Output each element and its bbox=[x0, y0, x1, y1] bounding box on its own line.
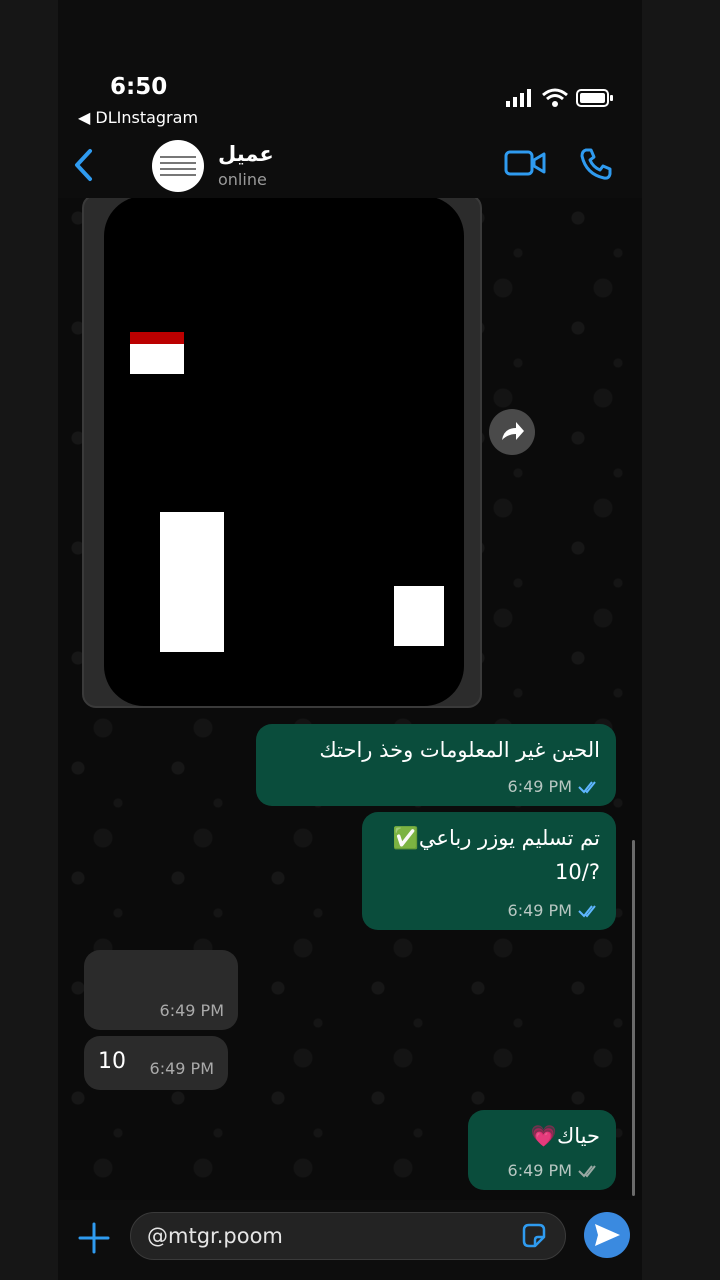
avatar[interactable] bbox=[152, 140, 204, 192]
contact-status: online bbox=[218, 170, 267, 189]
message-text: الحين غير المعلومات وخذ راحتك bbox=[319, 738, 600, 762]
cellular-signal-icon bbox=[506, 89, 531, 107]
message-time: 6:49 PM bbox=[159, 1000, 224, 1020]
wifi-icon bbox=[542, 88, 568, 107]
image-fragment bbox=[130, 332, 184, 374]
double-check-icon bbox=[578, 1165, 596, 1178]
back-icon[interactable] bbox=[72, 148, 96, 182]
send-button[interactable] bbox=[584, 1212, 630, 1258]
message-meta: 6:49 PM bbox=[508, 1160, 602, 1182]
message-bubble-outgoing[interactable]: الحين غير المعلومات وخذ راحتك 6:49 PM bbox=[256, 724, 616, 806]
battery-icon bbox=[576, 89, 613, 107]
double-check-icon bbox=[578, 905, 596, 918]
message-meta: 6:49 PM bbox=[160, 1000, 224, 1022]
message-bubble-incoming[interactable]: 6:49 PM bbox=[84, 950, 238, 1030]
message-time: 6:49 PM bbox=[507, 900, 572, 920]
scrollbar[interactable] bbox=[632, 840, 635, 1196]
media-message[interactable] bbox=[82, 198, 482, 708]
send-icon bbox=[595, 1224, 620, 1246]
composer-bar bbox=[58, 1200, 642, 1280]
plus-icon[interactable] bbox=[76, 1220, 112, 1256]
status-icons bbox=[506, 88, 614, 108]
message-time: 6:49 PM bbox=[507, 1160, 572, 1180]
message-text: 10 bbox=[98, 1049, 126, 1074]
message-meta: 6:49 PM bbox=[508, 900, 602, 922]
chat-header: عميل online bbox=[58, 130, 642, 198]
message-text: حياك💗 bbox=[530, 1124, 600, 1148]
message-bubble-outgoing[interactable]: حياك💗 6:49 PM bbox=[468, 1110, 616, 1190]
image-fragment bbox=[160, 512, 224, 652]
message-text: تم تسليم يوزر رباعي✅ bbox=[392, 826, 600, 850]
message-time: 6:49 PM bbox=[507, 776, 572, 796]
message-meta: 6:49 PM bbox=[150, 1058, 214, 1080]
back-to-app-link[interactable]: ◀ DLInstagram bbox=[78, 108, 198, 127]
message-input[interactable] bbox=[130, 1212, 566, 1260]
status-time: 6:50 bbox=[110, 74, 168, 100]
message-meta: 6:49 PM bbox=[508, 776, 602, 798]
sticker-icon[interactable] bbox=[520, 1222, 548, 1250]
message-text-line2: 10/? bbox=[555, 860, 600, 884]
forward-button[interactable] bbox=[489, 409, 535, 455]
video-call-icon[interactable] bbox=[504, 148, 546, 178]
message-time: 6:49 PM bbox=[149, 1058, 214, 1078]
image-fragment bbox=[394, 586, 444, 646]
forward-icon bbox=[502, 422, 524, 440]
contact-name[interactable]: عميل bbox=[218, 142, 274, 166]
message-bubble-incoming[interactable]: 10 6:49 PM bbox=[84, 1036, 228, 1090]
phone-icon[interactable] bbox=[578, 146, 614, 182]
double-check-icon bbox=[578, 781, 596, 794]
message-bubble-outgoing[interactable]: تم تسليم يوزر رباعي✅ 10/? 6:49 PM bbox=[362, 812, 616, 930]
chat-area[interactable]: الحين غير المعلومات وخذ راحتك 6:49 PM تم… bbox=[58, 198, 642, 1200]
